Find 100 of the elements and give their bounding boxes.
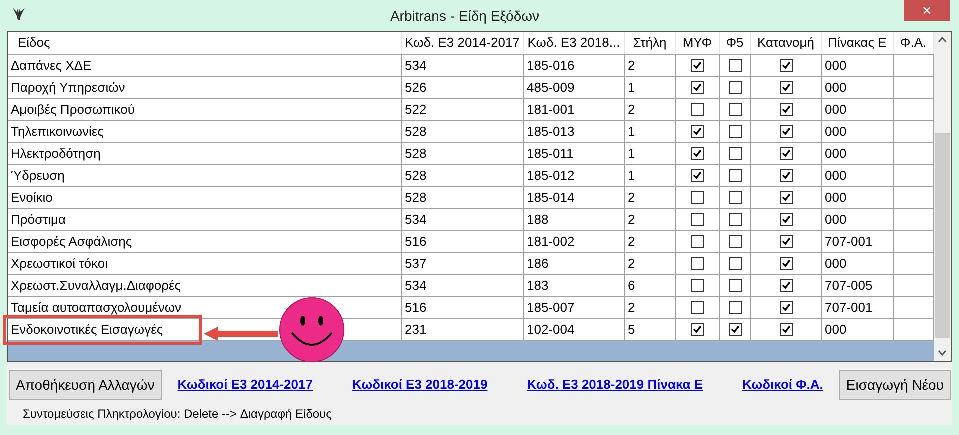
column-header[interactable]: Κωδ. Ε3 2018... xyxy=(524,32,625,54)
checkbox[interactable] xyxy=(691,81,704,94)
save-button[interactable]: Αποθήκευση Αλλαγών xyxy=(9,370,162,400)
checkbox[interactable] xyxy=(691,323,704,336)
scrollbar[interactable] xyxy=(934,32,951,361)
check-icon xyxy=(782,281,790,290)
table-cell-text: 522 xyxy=(404,100,427,119)
checkbox[interactable] xyxy=(780,191,792,204)
add-new-button[interactable]: Εισαγωγή Νέου xyxy=(839,370,951,400)
check-icon xyxy=(782,325,790,334)
table-cell-text: Χρεωστικοί τόκοι xyxy=(10,254,108,273)
checkbox[interactable] xyxy=(780,81,792,94)
check-icon xyxy=(782,303,790,312)
checkbox[interactable] xyxy=(728,191,742,204)
table-cell-text: 185-012 xyxy=(526,166,575,185)
checkbox[interactable] xyxy=(728,279,742,292)
table-cell-text: 000 xyxy=(824,100,847,119)
eagle-icon xyxy=(12,7,26,21)
column-header[interactable]: Πίνακας Ε xyxy=(822,32,894,54)
checkbox[interactable] xyxy=(691,213,704,226)
checkbox[interactable] xyxy=(691,103,704,116)
checkbox[interactable] xyxy=(780,279,792,292)
table-cell-text: Ενδοκοινοτικές Εισαγωγές xyxy=(10,320,164,339)
table-cell-text: 526 xyxy=(404,78,427,97)
column-header[interactable]: Κωδ. Ε3 2014-2017 xyxy=(402,32,524,54)
checkbox[interactable] xyxy=(691,147,704,160)
table-cell-text: Ενοίκιο xyxy=(10,188,53,207)
checkbox[interactable] xyxy=(780,125,792,138)
checkbox[interactable] xyxy=(780,301,792,314)
table-cell-text: 000 xyxy=(824,254,847,273)
table-cell-text: 185-007 xyxy=(526,298,575,317)
check-icon xyxy=(693,171,702,180)
checkbox[interactable] xyxy=(728,125,742,138)
table-cell-text: 000 xyxy=(824,188,847,207)
checkbox[interactable] xyxy=(691,235,704,248)
checkbox[interactable] xyxy=(780,235,792,248)
table-cell-text: 534 xyxy=(404,210,427,229)
scrollbar-thumb[interactable] xyxy=(935,133,950,338)
checkbox[interactable] xyxy=(728,103,742,116)
checkbox[interactable] xyxy=(780,169,792,182)
table-cell-text: 000 xyxy=(824,78,847,97)
check-icon xyxy=(782,127,790,136)
checkbox[interactable] xyxy=(780,103,792,116)
checkbox[interactable] xyxy=(691,169,704,182)
checkbox[interactable] xyxy=(728,301,742,314)
checkbox[interactable] xyxy=(728,81,742,94)
column-header[interactable]: ΜΥΦ xyxy=(676,32,720,54)
column-header[interactable]: Στήλη xyxy=(625,32,676,54)
table-cell-text: Εισφορές Ασφάλισης xyxy=(10,232,132,251)
shortcuts-hint: Συντομεύσεις Πληκτρολογίου: Delete --> Διαγραφή Είδους xyxy=(23,406,333,423)
column-header[interactable]: Είδος xyxy=(8,32,402,54)
table-cell-text: 1 xyxy=(627,144,636,163)
checkbox[interactable] xyxy=(728,147,742,160)
table-cell-text: 183 xyxy=(526,276,549,295)
checkbox[interactable] xyxy=(691,59,704,72)
table-cell-text: 231 xyxy=(404,320,427,339)
table-cell-text: 528 xyxy=(404,166,427,185)
table-cell-text: 6 xyxy=(627,276,636,295)
checkbox[interactable] xyxy=(728,235,742,248)
checkbox[interactable] xyxy=(728,257,742,270)
table-cell-text: 000 xyxy=(824,166,847,185)
scroll-up-icon[interactable] xyxy=(938,37,947,43)
checkbox[interactable] xyxy=(728,169,742,182)
checkbox[interactable] xyxy=(780,147,792,160)
table-cell-text: 707-001 xyxy=(824,232,873,251)
table-cell-text: 537 xyxy=(404,254,427,273)
table-cell-text: Ηλεκτροδότηση xyxy=(10,144,101,163)
checkbox[interactable] xyxy=(691,125,704,138)
table-cell-text: 534 xyxy=(404,56,427,75)
table-cell-text: 5 xyxy=(627,320,636,339)
table-cell-text: 185-016 xyxy=(526,56,575,75)
code-link[interactable]: Κωδ. Ε3 2018-2019 Πίνακα Ε xyxy=(527,375,704,395)
code-link[interactable]: Κωδικοί Φ.Α. xyxy=(742,375,824,395)
check-icon xyxy=(730,325,740,334)
close-button[interactable]: ✕ xyxy=(904,0,950,21)
scroll-down-icon[interactable] xyxy=(938,350,947,356)
table-cell-text: Αμοιβές Προσωπικού xyxy=(10,100,135,119)
code-link[interactable]: Κωδικοί Ε3 2014-2017 xyxy=(178,375,313,395)
check-icon xyxy=(693,83,702,92)
checkbox[interactable] xyxy=(728,213,742,226)
checkbox[interactable] xyxy=(780,323,792,336)
checkbox[interactable] xyxy=(780,59,792,72)
column-header[interactable]: Φ5 xyxy=(720,32,751,54)
table-cell-text: 534 xyxy=(404,276,427,295)
checkbox[interactable] xyxy=(780,213,792,226)
table-cell-text: Ταμεία αυτοαπασχολουμένων xyxy=(10,298,182,317)
smiley-icon xyxy=(279,297,345,363)
table-cell-text: 188 xyxy=(526,210,549,229)
checkbox[interactable] xyxy=(691,279,704,292)
table-cell-text: 1 xyxy=(627,122,636,141)
checkbox[interactable] xyxy=(691,301,704,314)
table-cell-text: 1 xyxy=(627,166,636,185)
checkbox[interactable] xyxy=(691,257,704,270)
code-link[interactable]: Κωδικοί Ε3 2018-2019 xyxy=(352,375,488,395)
checkbox[interactable] xyxy=(780,257,792,270)
column-header[interactable]: Κατανομή xyxy=(751,32,822,54)
checkbox[interactable] xyxy=(691,191,704,204)
checkbox[interactable] xyxy=(728,59,742,72)
checkbox[interactable] xyxy=(728,323,742,336)
check-icon xyxy=(693,149,702,158)
